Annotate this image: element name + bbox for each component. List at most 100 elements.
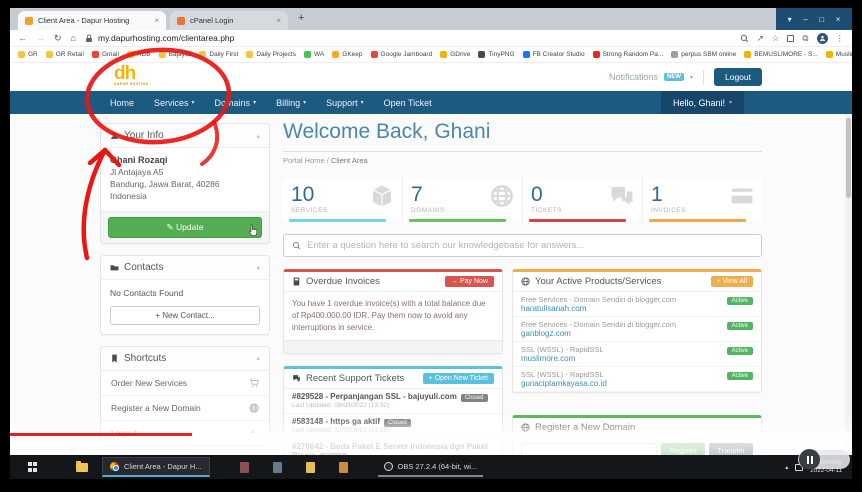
nav-item-domains[interactable]: Domains ▾ (205, 91, 267, 114)
update-info-button[interactable]: ✎ Update (108, 216, 262, 238)
stats-row: 10 SERVICES 7 DOMAINS 0 TICKETS 1 INVOICES (283, 178, 762, 223)
app-icon[interactable] (239, 461, 249, 473)
stat-tile-tickets[interactable]: 0 TICKETS (522, 178, 642, 223)
transfer-button[interactable]: Transfer (709, 443, 753, 455)
bookmark-item[interactable]: FB Creator Studio (522, 51, 585, 58)
shortcut-register-a-new-domain[interactable]: Register a New Domain (101, 396, 269, 421)
bookmark-item[interactable]: GDrive (440, 51, 470, 58)
notifications-label[interactable]: Notifications (609, 72, 658, 82)
stat-tile-domains[interactable]: 7 DOMAINS (402, 178, 522, 223)
pay-now-button[interactable]: → Pay Now (445, 276, 494, 288)
stat-tile-services[interactable]: 10 SERVICES (283, 178, 402, 223)
tab-close-icon[interactable]: × (276, 16, 281, 25)
contacts-header[interactable]: Contacts ▴ (101, 255, 269, 280)
obs-taskbar-button[interactable]: OBS 27.2.4 (64-bit, wi... (377, 457, 484, 477)
collapse-chevron-icon[interactable]: ▴ (256, 263, 260, 271)
shortcut-order-new-services[interactable]: Order New Services (101, 371, 269, 396)
bookmark-item[interactable]: Daily Projects (246, 51, 296, 58)
bookmark-item[interactable]: GR (18, 51, 38, 58)
tab-search-icon[interactable]: ▾ (788, 15, 792, 24)
bookmark-item[interactable]: Bajayuli (158, 51, 191, 58)
register-button[interactable]: Register (661, 443, 706, 455)
your-info-header[interactable]: Your Info ▴ (101, 124, 269, 148)
knowledgebase-search-input[interactable] (307, 240, 753, 252)
bookmark-item[interactable]: Gmail (91, 51, 119, 58)
share-icon[interactable]: ↗ (757, 33, 764, 44)
bookmark-favicon (91, 51, 99, 58)
product-row[interactable]: Free Services - Domain Sendiri di blogge… (513, 317, 761, 343)
start-button-icon[interactable] (28, 462, 38, 472)
product-domain-link[interactable]: haratulisanah.com (521, 304, 753, 313)
tab-close-icon[interactable]: × (154, 16, 159, 25)
ticket-row[interactable]: #829528 - Perpanjangan SSL - bajuyuli.co… (284, 389, 502, 415)
minimize-button[interactable]: – (803, 15, 807, 24)
close-button[interactable]: × (836, 15, 841, 24)
back-icon[interactable]: ← (18, 33, 27, 43)
view-all-button[interactable]: + View All (710, 276, 753, 288)
app-icon[interactable] (272, 461, 282, 473)
logout-button[interactable]: Logout (714, 68, 762, 86)
refresh-icon[interactable]: ↻ (54, 33, 62, 44)
collapse-chevron-icon[interactable]: ▴ (256, 354, 260, 362)
file-explorer-icon[interactable] (76, 460, 88, 472)
bookmark-item[interactable]: BEMUSLIMORE - S... (744, 51, 818, 58)
nav-item-open-ticket[interactable]: Open Ticket (374, 91, 442, 114)
home-icon[interactable]: ⌂ (71, 33, 76, 43)
padlock-icon (85, 34, 93, 43)
stat-underline (649, 219, 746, 223)
nav-item-services[interactable]: Services ▾ (144, 91, 205, 114)
search-icon[interactable] (740, 34, 749, 43)
bookmark-star-icon[interactable]: ☆ (772, 33, 780, 44)
bookmark-item[interactable]: Daily First (199, 51, 238, 58)
bookmark-item[interactable]: Strong Random Pa... (592, 51, 663, 58)
product-row[interactable]: SSL (WSSL) - RapidSSL muslimore.com Active (513, 342, 761, 368)
new-tab-button[interactable]: + (298, 12, 304, 24)
bookmark-item[interactable]: GKeep (332, 51, 363, 58)
nav-item-billing[interactable]: Billing ▾ (266, 91, 316, 114)
menu-kebab-icon[interactable]: ⋮ (836, 33, 845, 44)
app-icon[interactable] (338, 461, 348, 473)
tray-chevron-icon[interactable]: ▴ (785, 464, 788, 471)
pause-button[interactable] (799, 449, 820, 470)
breadcrumb-home[interactable]: Portal Home (283, 156, 325, 165)
browser-tab-client-area[interactable]: Client Area - Dapur Hosting × (18, 11, 166, 30)
maximize-button[interactable]: □ (819, 15, 824, 24)
bookmark-item[interactable]: Google Jamboard (370, 51, 432, 58)
stat-tile-invoices[interactable]: 1 INVOICES (642, 178, 762, 223)
browser-scrollbar[interactable] (845, 114, 852, 455)
open-new-ticket-button[interactable]: + Open New Ticket (422, 373, 494, 385)
bookmark-item[interactable]: WA (304, 51, 324, 58)
player-progress-bar[interactable] (10, 433, 852, 436)
nav-item-support[interactable]: Support ▾ (316, 91, 374, 114)
profile-avatar[interactable] (816, 32, 828, 44)
product-row[interactable]: Free Services - Domain Sendiri di blogge… (513, 292, 761, 318)
side-panel-icon[interactable] (787, 34, 795, 42)
stat-label: SERVICES (291, 207, 328, 215)
dapurhosting-logo[interactable]: dh DAPUR HOSTING (114, 64, 149, 87)
product-domain-link[interactable]: ganblogz.com (521, 329, 753, 338)
app-icon[interactable] (305, 461, 315, 473)
domain-search-input[interactable] (521, 443, 658, 455)
collapse-chevron-icon[interactable]: ▴ (256, 132, 260, 140)
bookmark-item[interactable]: Muslimore GDrive (825, 51, 852, 58)
product-row[interactable]: SSL (WSSL) - RapidSSL gunaciptamkayasa.co… (513, 367, 761, 393)
chrome-taskbar-button[interactable]: Client Area - Dapur H... (102, 457, 210, 477)
chevron-down-icon[interactable]: ▾ (690, 74, 693, 81)
product-domain-link[interactable]: muslimore.com (521, 354, 753, 363)
bookmark-item[interactable]: perpus SBM online (671, 51, 736, 58)
new-contact-button[interactable]: + New Contact... (110, 305, 260, 325)
bookmark-item[interactable]: TinyPNG (478, 51, 515, 58)
shortcuts-header[interactable]: Shortcuts ▴ (101, 346, 269, 371)
user-greeting-menu[interactable]: Hello, Ghani! ▾ (660, 91, 744, 114)
bookmark-item[interactable]: RDB (126, 51, 151, 58)
extensions-icon[interactable]: ⧉ (802, 33, 808, 44)
nav-item-home[interactable]: Home (100, 91, 144, 114)
scrollbar-thumb[interactable] (846, 118, 851, 198)
url-bar[interactable]: my.dapurhosting.com/clientarea.php (85, 33, 731, 43)
bookmark-item[interactable]: GR Retail (45, 51, 84, 58)
ticket-row[interactable]: #270642 - Beda Paket E Server Indonesia … (284, 439, 502, 455)
product-domain-link[interactable]: gunaciptamkayasa.co.id (521, 379, 753, 388)
browser-tab-cpanel[interactable]: cPanel Login × (170, 11, 288, 30)
bookmark-label: GR Retail (55, 51, 84, 58)
forward-icon[interactable]: → (36, 33, 45, 43)
